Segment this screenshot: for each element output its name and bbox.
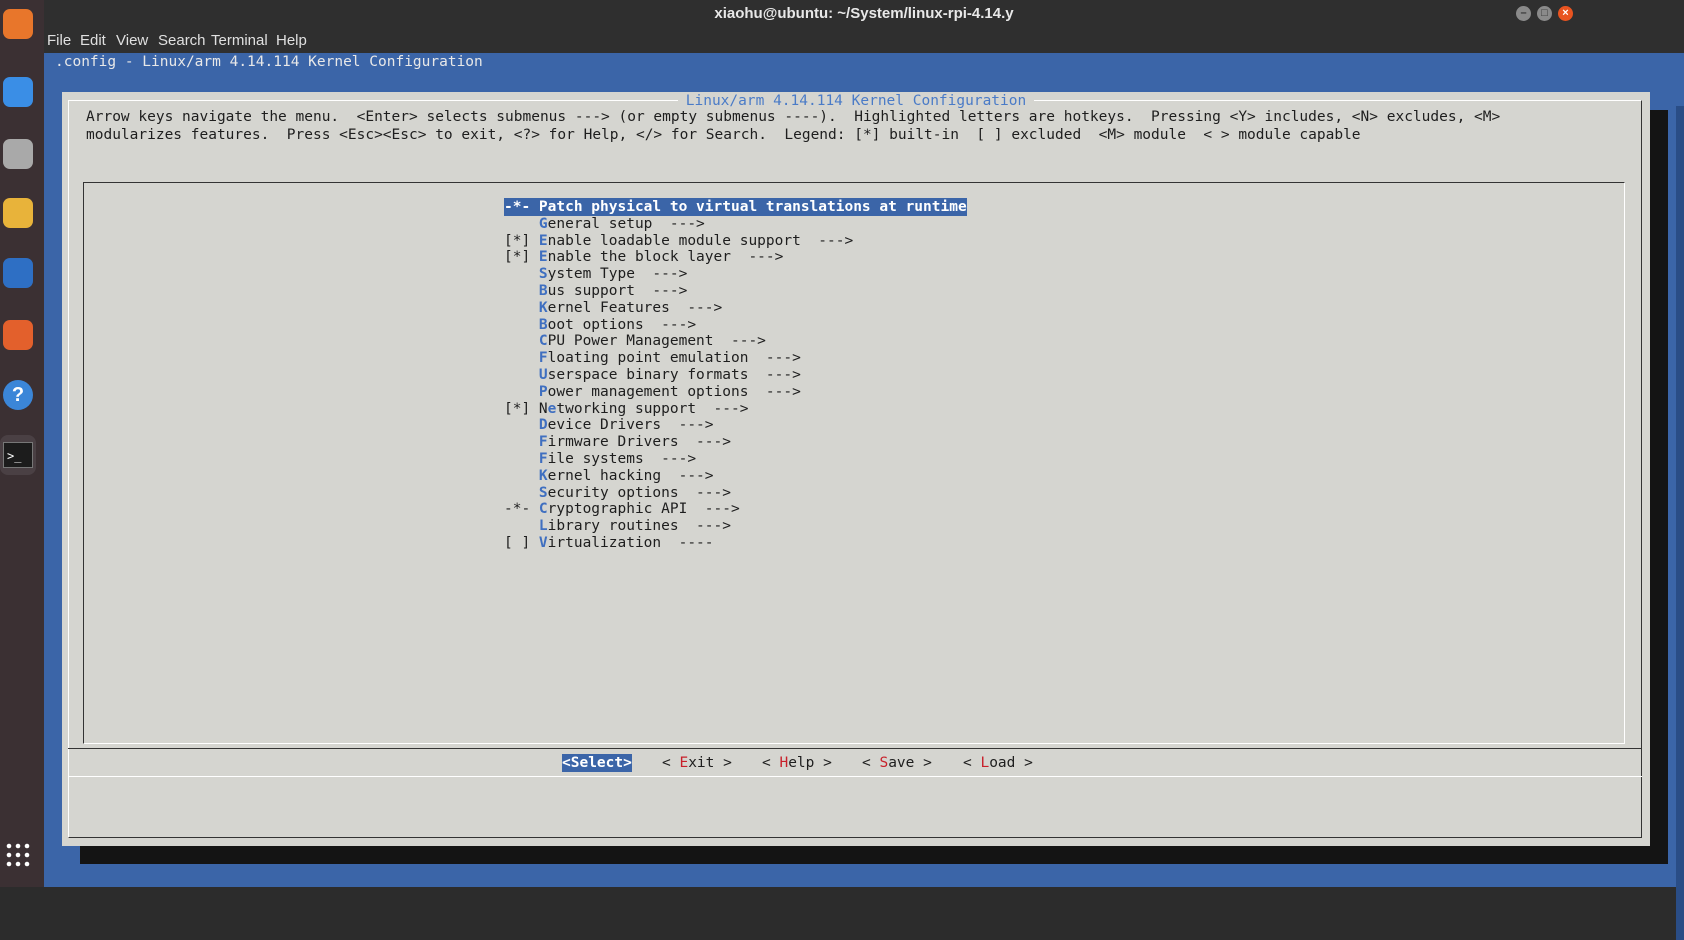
menu-edit[interactable]: Edit — [80, 32, 106, 49]
dialog-shadow — [1650, 110, 1668, 846]
menu-item[interactable]: [*] Enable the block layer ---> — [504, 248, 783, 266]
menu-bar: File Edit View Search Terminal Help — [44, 27, 1684, 53]
terminal-icon[interactable]: >_ — [0, 435, 36, 475]
menu-item[interactable]: Floating point emulation ---> — [504, 349, 801, 367]
config-title: .config - Linux/arm 4.14.114 Kernel Conf… — [55, 54, 483, 70]
software-center-icon[interactable] — [0, 315, 36, 355]
help-text-line: Arrow keys navigate the menu. <Enter> se… — [86, 109, 1501, 125]
menuconfig-dialog: Linux/arm 4.14.114 Kernel Configuration … — [62, 92, 1650, 846]
thunderbird-icon[interactable] — [0, 72, 36, 112]
menu-item[interactable]: Boot options ---> — [504, 316, 696, 334]
menu-item[interactable]: Kernel Features ---> — [504, 299, 722, 317]
save-button[interactable]: < Save > — [862, 754, 932, 772]
window-title: xiaohu@ubuntu: ~/System/linux-rpi-4.14.y — [714, 5, 1014, 22]
writer-icon[interactable] — [0, 253, 36, 293]
menu-item[interactable]: Library routines ---> — [504, 517, 731, 535]
menu-item[interactable]: -*- Patch physical to virtual translatio… — [504, 198, 967, 216]
menu-item[interactable]: Kernel hacking ---> — [504, 467, 714, 485]
menu-item[interactable]: Firmware Drivers ---> — [504, 433, 731, 451]
menu-item[interactable]: Device Drivers ---> — [504, 416, 714, 434]
firefox-icon[interactable] — [0, 4, 36, 44]
menu-terminal[interactable]: Terminal — [211, 32, 268, 49]
select-button[interactable]: <Select> — [562, 754, 632, 772]
menu-item[interactable]: Bus support ---> — [504, 282, 687, 300]
help-text-line: modularizes features. Press <Esc><Esc> t… — [86, 127, 1361, 143]
rhythmbox-icon[interactable] — [0, 193, 36, 233]
title-bar: xiaohu@ubuntu: ~/System/linux-rpi-4.14.y… — [44, 0, 1684, 27]
menu-item[interactable]: [*] Networking support ---> — [504, 400, 748, 418]
maximize-icon[interactable]: □ — [1537, 6, 1552, 21]
terminal-scrollbar[interactable] — [1676, 106, 1684, 940]
menu-item[interactable]: File systems ---> — [504, 450, 696, 468]
help-icon[interactable]: ? — [0, 375, 36, 415]
menu-view[interactable]: View — [116, 32, 148, 49]
menu-item[interactable]: CPU Power Management ---> — [504, 332, 766, 350]
menu-item[interactable]: Userspace binary formats ---> — [504, 366, 801, 384]
menu-item[interactable]: Security options ---> — [504, 484, 731, 502]
terminal-area[interactable]: .config - Linux/arm 4.14.114 Kernel Conf… — [44, 53, 1684, 940]
files-icon[interactable] — [0, 134, 36, 174]
show-apps-icon[interactable] — [0, 835, 36, 875]
menu-item[interactable]: System Type ---> — [504, 265, 687, 283]
menu-item[interactable]: General setup ---> — [504, 215, 705, 233]
button-box-border — [68, 776, 1642, 777]
help-button[interactable]: < Help > — [762, 754, 832, 772]
minimize-icon[interactable]: – — [1516, 6, 1531, 21]
dock: ? >_ — [0, 0, 44, 887]
menu-item[interactable]: [ ] Virtualization ---- — [504, 534, 714, 552]
menu-item[interactable]: -*- Cryptographic API ---> — [504, 500, 740, 518]
menu-item[interactable]: [*] Enable loadable module support ---> — [504, 232, 853, 250]
exit-button[interactable]: < Exit > — [662, 754, 732, 772]
menu-file[interactable]: File — [47, 32, 71, 49]
dialog-shadow — [80, 846, 1668, 864]
menu-search[interactable]: Search — [158, 32, 206, 49]
close-icon[interactable]: × — [1558, 6, 1573, 21]
menu-help[interactable]: Help — [276, 32, 307, 49]
menu-item[interactable]: Power management options ---> — [504, 383, 801, 401]
button-separator — [68, 748, 1642, 749]
load-button[interactable]: < Load > — [963, 754, 1033, 772]
menu-box — [83, 182, 1625, 744]
